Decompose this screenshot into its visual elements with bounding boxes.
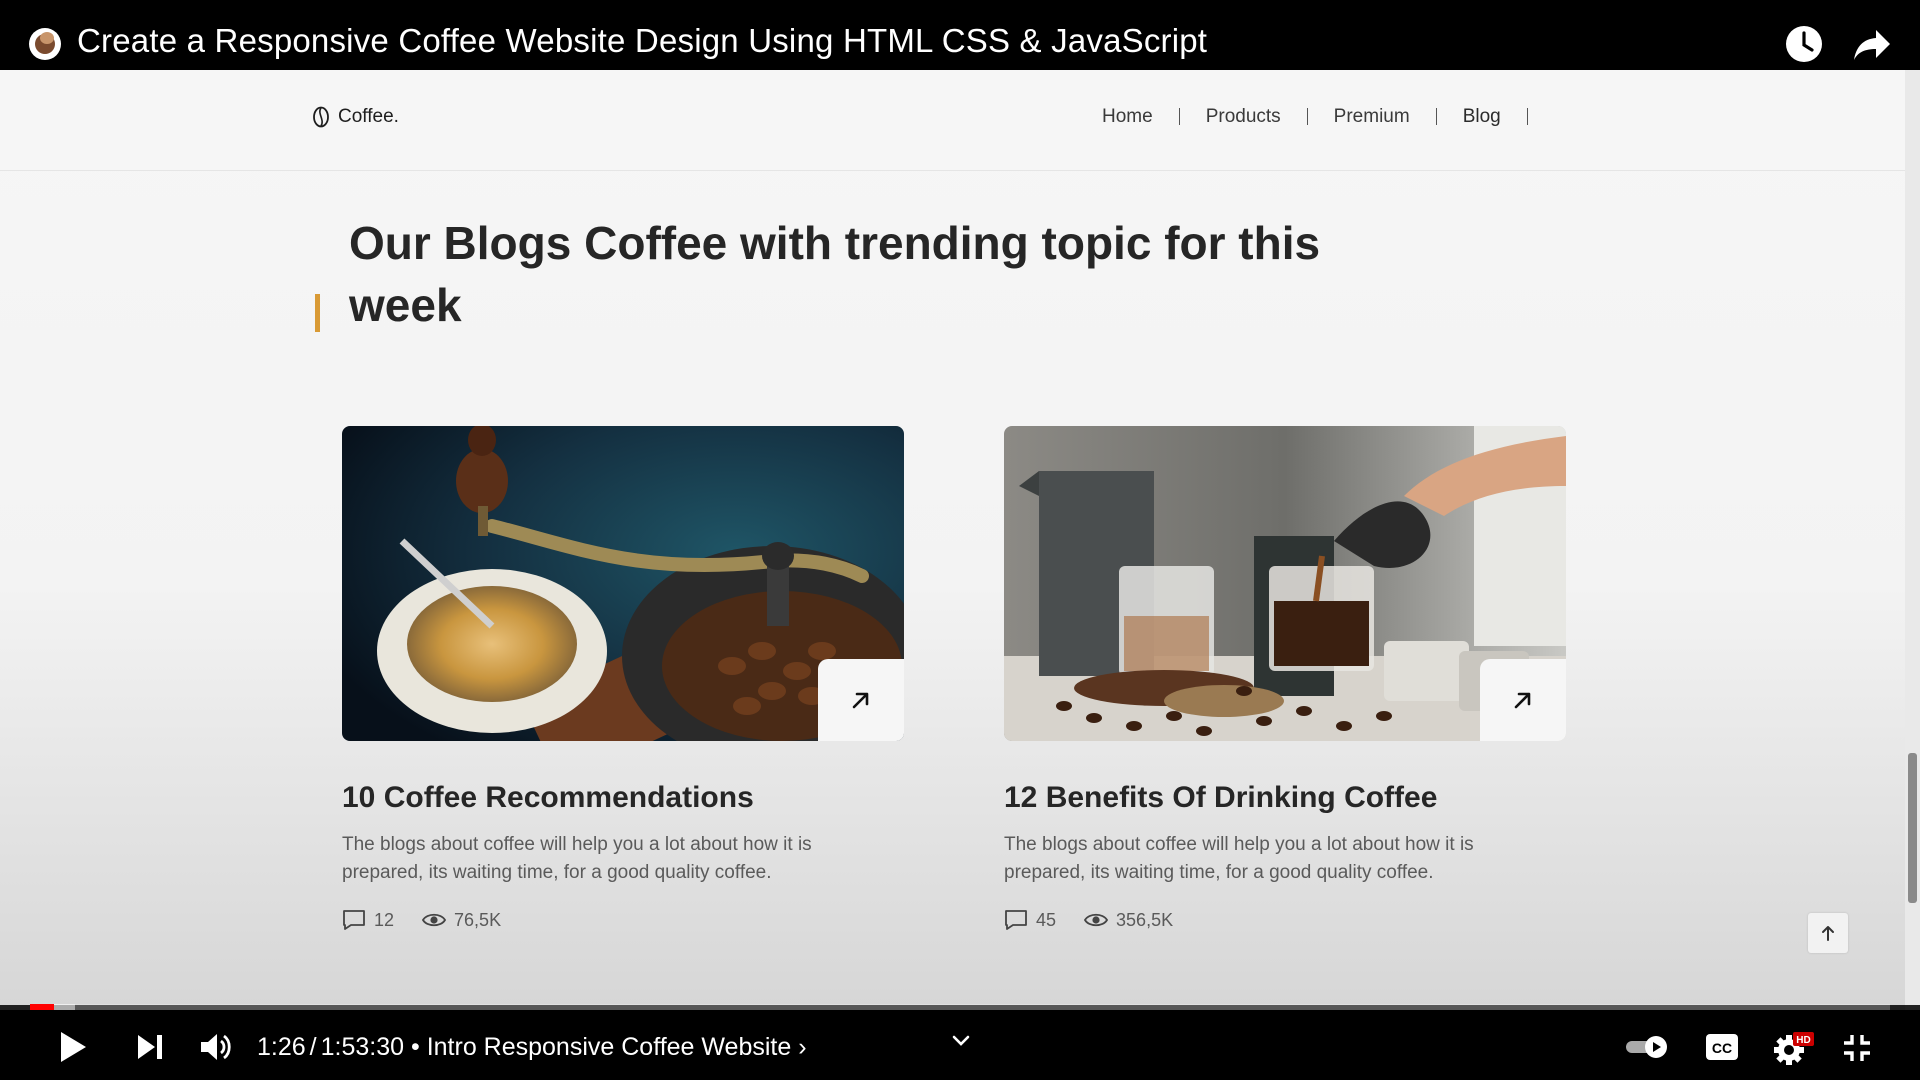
coffee-bean-icon [313, 106, 329, 128]
back-to-top-button[interactable] [1808, 913, 1848, 953]
views-value: 356,5K [1116, 909, 1174, 930]
blog-card-title[interactable]: 12 Benefits Of Drinking Coffee [1004, 781, 1437, 815]
blog-card-meta: 12 76,5K [342, 909, 529, 931]
arrow-up-icon [1822, 926, 1834, 941]
blog-card-image[interactable] [1004, 426, 1566, 741]
nav-home[interactable]: Home [1102, 107, 1180, 126]
comments-count: 45 [1004, 909, 1056, 931]
share-arrow-icon[interactable] [1852, 27, 1892, 63]
svg-text:CC: CC [1712, 1040, 1732, 1056]
nav-links: Home Products Premium Blog [1102, 107, 1528, 126]
next-icon[interactable] [136, 1033, 164, 1061]
nav-products[interactable]: Products [1180, 107, 1308, 126]
blog-card-image[interactable] [342, 426, 904, 741]
arrow-up-right-icon [1514, 692, 1531, 709]
video-top-bar: Create a Responsive Coffee Website Desig… [0, 0, 1920, 70]
blog-card: 10 Coffee Recommendations The blogs abou… [342, 426, 904, 930]
card-link-button[interactable] [818, 659, 904, 741]
progress-played [30, 1004, 55, 1010]
website-viewport: Coffee. Home Products Premium Blog Our B… [0, 70, 1905, 1010]
scrollbar-thumb[interactable] [1908, 753, 1917, 903]
views-value: 76,5K [454, 909, 502, 930]
play-icon[interactable] [58, 1030, 88, 1064]
time-display: 1:26/1:53:30 • Intro Responsive Coffee W… [257, 1033, 807, 1061]
cc-icon[interactable]: CC [1705, 1033, 1739, 1061]
clock-icon[interactable] [1785, 25, 1823, 63]
section-heading: Our Blogs Coffee with trending topic for… [349, 217, 1321, 331]
site-navbar: Coffee. Home Products Premium Blog [0, 70, 1905, 171]
nav-premium[interactable]: Premium [1308, 107, 1437, 126]
comment-icon [1005, 910, 1027, 930]
views-count: 356,5K [1084, 910, 1173, 931]
autoplay-toggle-icon[interactable] [1625, 1034, 1669, 1060]
duration: 1:53:30 [320, 1033, 405, 1061]
current-time: 1:26 [257, 1033, 306, 1061]
video-title[interactable]: Create a Responsive Coffee Website Desig… [77, 22, 1207, 60]
arrow-up-right-icon [852, 692, 869, 709]
svg-text:HD: HD [1796, 1035, 1810, 1046]
nav-blog[interactable]: Blog [1437, 107, 1528, 126]
blog-card-meta: 45 356,5K [1004, 909, 1201, 931]
comments-value: 45 [1036, 909, 1057, 930]
volume-icon[interactable] [199, 1030, 233, 1064]
blog-card: 12 Benefits Of Drinking Coffee The blogs… [1004, 426, 1566, 930]
page-scrollbar[interactable] [1905, 70, 1920, 1010]
gear-icon[interactable]: HD [1774, 1030, 1814, 1066]
comment-icon [343, 910, 365, 930]
blog-card-description: The blogs about coffee will help you a l… [342, 834, 812, 883]
comments-value: 12 [374, 909, 395, 930]
blog-card-description: The blogs about coffee will help you a l… [1004, 834, 1474, 883]
site-logo[interactable]: Coffee. [312, 106, 399, 128]
exit-fullscreen-icon[interactable] [1842, 1033, 1872, 1063]
comments-count: 12 [342, 909, 394, 931]
card-link-button[interactable] [1480, 659, 1566, 741]
video-progress-bar[interactable] [30, 1004, 1890, 1010]
eye-icon [1084, 913, 1109, 927]
chapter-title[interactable]: • Intro Responsive Coffee Website › [411, 1033, 807, 1061]
eye-icon [422, 913, 447, 927]
chevron-down-icon[interactable] [951, 1034, 971, 1048]
heading-accent-bar [315, 294, 320, 332]
blog-card-title[interactable]: 10 Coffee Recommendations [342, 781, 754, 815]
views-count: 76,5K [422, 910, 501, 931]
channel-avatar[interactable] [29, 28, 61, 60]
logo-text: Coffee. [338, 106, 399, 127]
